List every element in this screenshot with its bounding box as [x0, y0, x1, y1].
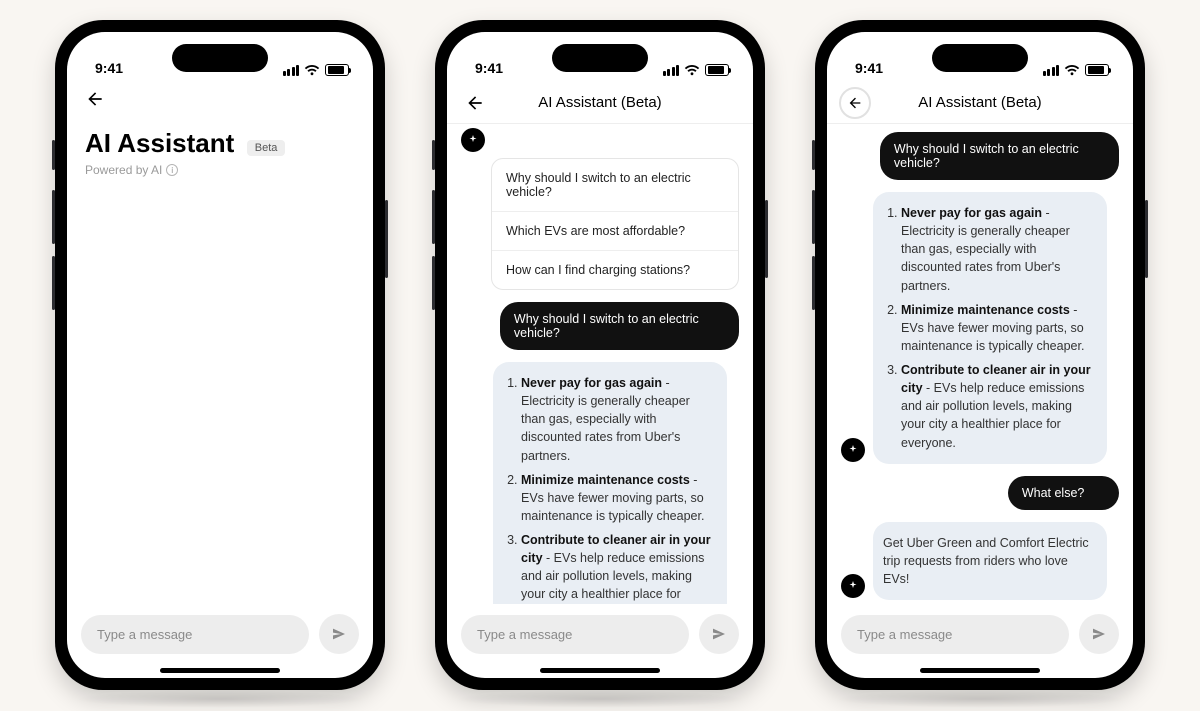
assistant-row: Get Uber Green and Comfort Electric trip… [841, 522, 1119, 600]
status-time: 9:41 [95, 60, 123, 76]
side-button [812, 140, 815, 170]
phone-frame-2: 9:41 AI Assistant (Beta) [435, 20, 765, 690]
header: AI Assistant (Beta) [447, 82, 753, 124]
dynamic-island [552, 44, 648, 72]
battery-icon [1085, 64, 1109, 76]
home-indicator [827, 662, 1133, 678]
phone-frame-3: 9:41 AI Assistant (Beta) Why should I sw… [815, 20, 1145, 690]
back-button[interactable] [459, 87, 491, 119]
side-button [812, 256, 815, 310]
send-button[interactable] [319, 614, 359, 654]
assistant-avatar [461, 128, 485, 152]
suggestions-list: Why should I switch to an electric vehic… [491, 158, 739, 290]
side-button [432, 140, 435, 170]
message-input[interactable]: Type a message [81, 615, 309, 654]
list-item: Never pay for gas again - Electricity is… [901, 204, 1093, 295]
assistant-row: Never pay for gas again - Electricity is… [841, 192, 1119, 464]
side-button [432, 256, 435, 310]
side-button [812, 190, 815, 244]
list-item: Minimize maintenance costs - EVs have fe… [901, 301, 1093, 355]
send-button[interactable] [699, 614, 739, 654]
status-time: 9:41 [855, 60, 883, 76]
side-button [432, 190, 435, 244]
powered-by: Powered by AI i [85, 163, 355, 177]
list-item: Minimize maintenance costs - EVs have fe… [521, 471, 713, 525]
user-message: Why should I switch to an electric vehic… [500, 302, 739, 350]
side-button [52, 256, 55, 310]
home-indicator [447, 662, 753, 678]
user-message: What else? [1008, 476, 1119, 510]
dynamic-island [932, 44, 1028, 72]
assistant-avatar [841, 574, 865, 598]
wifi-icon [304, 64, 320, 76]
message-input[interactable]: Type a message [461, 615, 689, 654]
battery-icon [705, 64, 729, 76]
header [67, 82, 373, 116]
screen-1: 9:41 AI Assistant Beta Powered by AI i [67, 32, 373, 678]
header-title: AI Assistant (Beta) [538, 94, 661, 111]
info-icon[interactable]: i [166, 164, 178, 176]
side-button [52, 190, 55, 244]
title-block: AI Assistant Beta Powered by AI i [67, 116, 373, 183]
screen-3: 9:41 AI Assistant (Beta) Why should I sw… [827, 32, 1133, 678]
wifi-icon [684, 64, 700, 76]
send-button[interactable] [1079, 614, 1119, 654]
input-bar: Type a message [827, 604, 1133, 662]
powered-by-label: Powered by AI [85, 163, 162, 177]
page-title: AI Assistant [85, 128, 234, 158]
assistant-message: Never pay for gas again - Electricity is… [873, 192, 1107, 464]
chat-area[interactable]: Why should I switch to an electric vehic… [827, 124, 1133, 604]
beta-badge: Beta [247, 140, 286, 156]
list-item: Contribute to cleaner air in your city -… [521, 531, 713, 604]
list-item: Contribute to cleaner air in your city -… [901, 361, 1093, 452]
list-item: Never pay for gas again - Electricity is… [521, 374, 713, 465]
message-input[interactable]: Type a message [841, 615, 1069, 654]
chat-area[interactable]: Why should I switch to an electric vehic… [447, 124, 753, 604]
signal-icon [283, 65, 300, 76]
screen-2: 9:41 AI Assistant (Beta) [447, 32, 753, 678]
header: AI Assistant (Beta) [827, 82, 1133, 124]
side-button [765, 200, 768, 278]
suggestion-item[interactable]: Which EVs are most affordable? [492, 212, 738, 251]
dynamic-island [172, 44, 268, 72]
header-title: AI Assistant (Beta) [918, 94, 1041, 111]
user-message: Why should I switch to an electric vehic… [880, 132, 1119, 180]
assistant-message: Get Uber Green and Comfort Electric trip… [873, 522, 1107, 600]
side-button [52, 140, 55, 170]
chat-area [67, 183, 373, 604]
input-bar: Type a message [67, 604, 373, 662]
signal-icon [1043, 65, 1060, 76]
assistant-message: Never pay for gas again - Electricity is… [493, 362, 727, 604]
status-time: 9:41 [475, 60, 503, 76]
assistant-avatar [841, 438, 865, 462]
side-button [385, 200, 388, 278]
input-bar: Type a message [447, 604, 753, 662]
battery-icon [325, 64, 349, 76]
back-button[interactable] [839, 87, 871, 119]
home-indicator [67, 662, 373, 678]
phone-frame-1: 9:41 AI Assistant Beta Powered by AI i [55, 20, 385, 690]
suggestion-item[interactable]: How can I find charging stations? [492, 251, 738, 289]
suggestion-item[interactable]: Why should I switch to an electric vehic… [492, 159, 738, 212]
wifi-icon [1064, 64, 1080, 76]
side-button [1145, 200, 1148, 278]
back-button[interactable] [79, 83, 111, 115]
assistant-row: Never pay for gas again - Electricity is… [461, 362, 739, 604]
signal-icon [663, 65, 680, 76]
